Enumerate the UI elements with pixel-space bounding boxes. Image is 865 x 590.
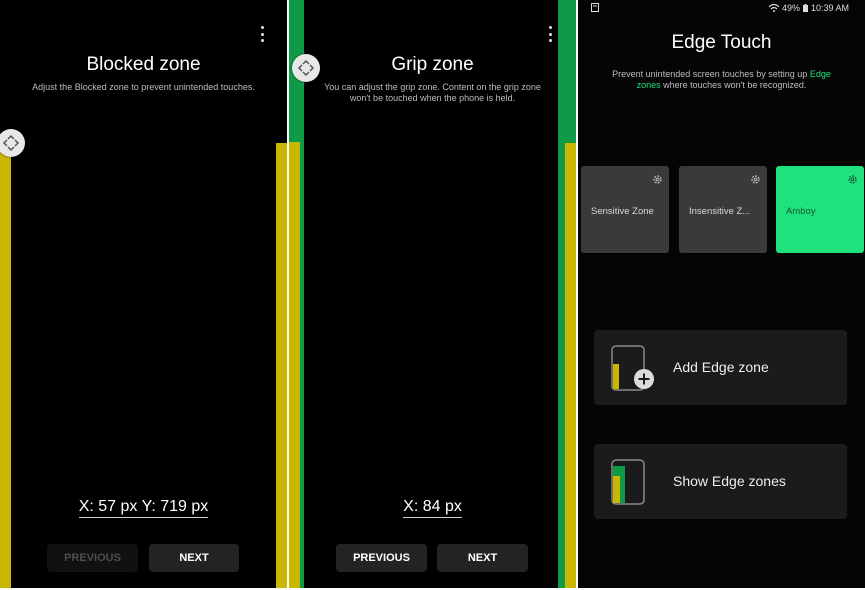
move-handle-icon[interactable] — [0, 129, 25, 157]
zone-card-amboy[interactable]: Amboy — [776, 166, 864, 253]
description-line: won't be touched when the phone is held. — [349, 93, 516, 103]
wifi-icon — [768, 4, 779, 12]
next-button[interactable]: NEXT — [437, 544, 528, 572]
add-edge-zone-button[interactable]: Add Edge zone — [594, 330, 847, 405]
gear-icon[interactable] — [750, 174, 761, 185]
grip-zone-screen: Grip zone You can adjust the grip zone. … — [289, 0, 576, 588]
page-title: Grip zone — [391, 54, 474, 75]
gear-icon[interactable] — [652, 174, 663, 185]
zone-name: Amboy — [786, 206, 816, 217]
edge-zones-link[interactable]: zones — [637, 80, 661, 90]
show-edge-zones-button[interactable]: Show Edge zones — [594, 444, 847, 519]
next-button[interactable]: NEXT — [149, 544, 239, 572]
previous-button[interactable]: PREVIOUS — [336, 544, 427, 572]
coordinates-readout: X: 84 px — [289, 498, 576, 518]
zone-name: Sensitive Zone — [591, 206, 654, 217]
blocked-zone-screen: Blocked zone Adjust the Blocked zone to … — [0, 0, 287, 588]
right-edge-zone-strip — [565, 143, 576, 588]
more-vert-icon[interactable] — [256, 26, 268, 42]
action-label: Show Edge zones — [673, 473, 786, 489]
previous-button[interactable]: PREVIOUS — [47, 544, 138, 572]
battery-percent: 49% — [781, 3, 800, 13]
right-edge-zone-strip — [276, 143, 287, 588]
blocked-zone-strip — [289, 142, 300, 588]
page-description: Prevent unintended screen touches by set… — [590, 69, 853, 91]
add-edge-zone-icon — [611, 345, 654, 391]
status-bar: 49% 10:39 AM — [578, 2, 865, 14]
clock: 10:39 AM — [810, 3, 849, 13]
page-description: Adjust the Blocked zone to prevent unint… — [32, 82, 255, 92]
zone-name: Insensitive Z... — [689, 206, 751, 217]
battery-icon — [802, 4, 808, 12]
page-title: Blocked zone — [86, 54, 201, 75]
description-text: Prevent unintended screen touches by set… — [612, 69, 808, 79]
notification-icon — [591, 3, 599, 14]
description-text: where touches won't be recognized. — [663, 80, 807, 90]
edge-touch-screen: 49% 10:39 AM Edge Touch Prevent unintend… — [578, 0, 865, 588]
more-vert-icon[interactable] — [544, 26, 556, 42]
zone-card-sensitive[interactable]: Sensitive Zone — [581, 166, 669, 253]
edge-zones-link[interactable]: Edge — [810, 69, 831, 79]
gear-icon[interactable] — [847, 174, 858, 185]
action-label: Add Edge zone — [673, 359, 769, 375]
page-description: You can adjust the grip zone. Content on… — [309, 82, 556, 104]
blocked-zone-strip[interactable] — [0, 142, 11, 588]
page-title: Edge Touch — [671, 32, 772, 53]
coordinates-readout: X: 57 px Y: 719 px — [0, 498, 287, 518]
show-edge-zones-icon — [611, 459, 645, 505]
description-line: You can adjust the grip zone. Content on… — [324, 82, 541, 92]
zone-card-insensitive[interactable]: Insensitive Z... — [679, 166, 767, 253]
